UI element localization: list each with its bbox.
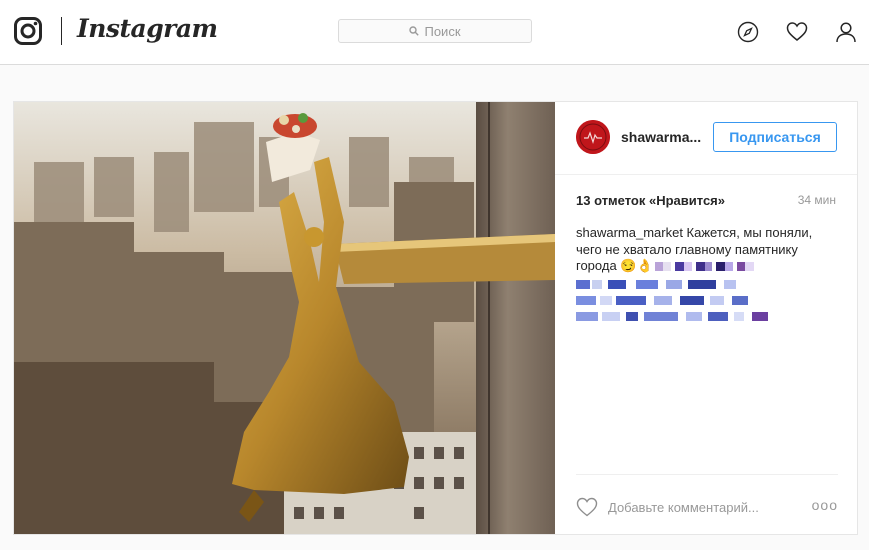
post-card: shawarma... Подписаться 13 отметок «Нрав… [13, 101, 858, 535]
post-username[interactable]: shawarma... [621, 129, 701, 145]
more-options-icon[interactable]: ooo [812, 497, 838, 513]
pixelated-line [576, 295, 838, 307]
likes-count[interactable]: 13 отметок «Нравится» [576, 193, 725, 208]
pixelated-line [576, 311, 838, 323]
post-header: shawarma... Подписаться [555, 102, 857, 175]
heart-icon[interactable] [786, 21, 808, 43]
top-navigation: Instagram Поиск [0, 0, 869, 65]
post-side-panel: shawarma... Подписаться 13 отметок «Нрав… [555, 102, 857, 534]
instagram-wordmark[interactable]: Instagram [77, 14, 218, 43]
pixelated-text [653, 258, 754, 273]
logo-divider [61, 17, 62, 45]
post-caption: shawarma_market Кажется, мы поняли, чего… [576, 225, 838, 323]
profile-icon[interactable] [835, 21, 857, 43]
emoji-icon: 😏👌 [620, 258, 653, 273]
compass-icon[interactable] [737, 21, 759, 43]
search-icon [409, 26, 420, 36]
follow-button[interactable]: Подписаться [713, 122, 837, 152]
like-heart-icon[interactable] [576, 497, 598, 517]
search-placeholder: Поиск [424, 23, 461, 39]
post-time[interactable]: 34 мин [798, 193, 836, 207]
comment-bar: ooo [576, 474, 838, 535]
search-input[interactable]: Поиск [338, 19, 532, 43]
comment-input[interactable] [608, 497, 798, 517]
post-photo[interactable] [14, 102, 555, 534]
caption-username[interactable]: shawarma_market [576, 225, 683, 240]
instagram-camera-icon[interactable] [14, 17, 42, 45]
brand-logo-icon [576, 120, 610, 154]
pixelated-line [576, 279, 838, 291]
avatar[interactable] [576, 120, 610, 154]
